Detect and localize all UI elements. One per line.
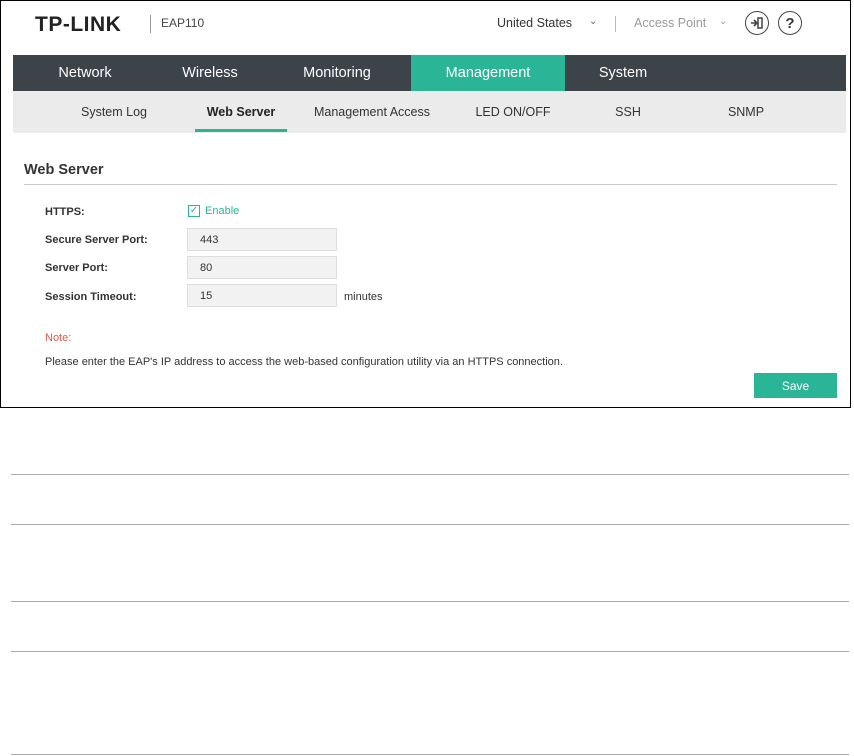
active-tab-indicator: [195, 129, 287, 132]
page-divider: [11, 754, 849, 755]
tab-network[interactable]: Network: [13, 55, 157, 91]
secure-port-input[interactable]: 443: [187, 228, 337, 251]
tab-wireless[interactable]: Wireless: [157, 55, 263, 91]
save-button[interactable]: Save: [754, 373, 837, 398]
page-divider: [11, 524, 849, 525]
help-icon[interactable]: ?: [778, 11, 802, 35]
subtab-ssh[interactable]: SSH: [593, 91, 663, 133]
mode-select[interactable]: Access Point: [634, 16, 706, 30]
note-title: Note:: [45, 332, 72, 344]
note-text: Please enter the EAP's IP address to acc…: [45, 356, 563, 368]
subtab-snmp[interactable]: SNMP: [709, 91, 783, 133]
model-name: EAP110: [161, 16, 205, 30]
main-nav: Network Wireless Monitoring Management S…: [13, 55, 846, 91]
browser-frame: TP-LINK EAP110 United States ⌄ Access Po…: [0, 0, 851, 408]
sub-nav: System Log Web Server Management Access …: [13, 91, 846, 133]
session-timeout-label: Session Timeout:: [45, 291, 137, 303]
chevron-down-icon[interactable]: ⌄: [589, 16, 597, 27]
logo-divider: [150, 15, 151, 33]
region-select[interactable]: United States: [497, 16, 572, 30]
session-timeout-input[interactable]: 15: [187, 284, 337, 307]
https-enable-label[interactable]: Enable: [205, 205, 239, 217]
logout-icon[interactable]: [745, 11, 769, 35]
server-port-label: Server Port:: [45, 262, 108, 274]
tab-management[interactable]: Management: [411, 55, 565, 91]
secure-port-label: Secure Server Port:: [45, 234, 148, 246]
subtab-management-access[interactable]: Management Access: [305, 91, 439, 133]
page-divider: [11, 474, 849, 475]
header: TP-LINK EAP110 United States ⌄ Access Po…: [12, 1, 846, 55]
subtab-system-log[interactable]: System Log: [65, 91, 163, 133]
section-divider: [24, 184, 837, 185]
subtab-led-onoff[interactable]: LED ON/OFF: [461, 91, 565, 133]
session-timeout-unit: minutes: [344, 291, 383, 303]
page-divider: [11, 651, 849, 652]
https-label: HTTPS:: [45, 206, 85, 218]
chevron-down-icon[interactable]: ⌄: [719, 16, 727, 27]
subtab-web-server[interactable]: Web Server: [185, 91, 297, 133]
header-divider: [615, 16, 616, 32]
tab-monitoring[interactable]: Monitoring: [263, 55, 411, 91]
tab-system[interactable]: System: [565, 55, 681, 91]
page-divider: [11, 601, 849, 602]
brand-logo: TP-LINK: [35, 13, 122, 36]
https-enable-checkbox[interactable]: ✓: [188, 205, 200, 217]
server-port-input[interactable]: 80: [187, 256, 337, 279]
section-title: Web Server: [24, 162, 104, 178]
